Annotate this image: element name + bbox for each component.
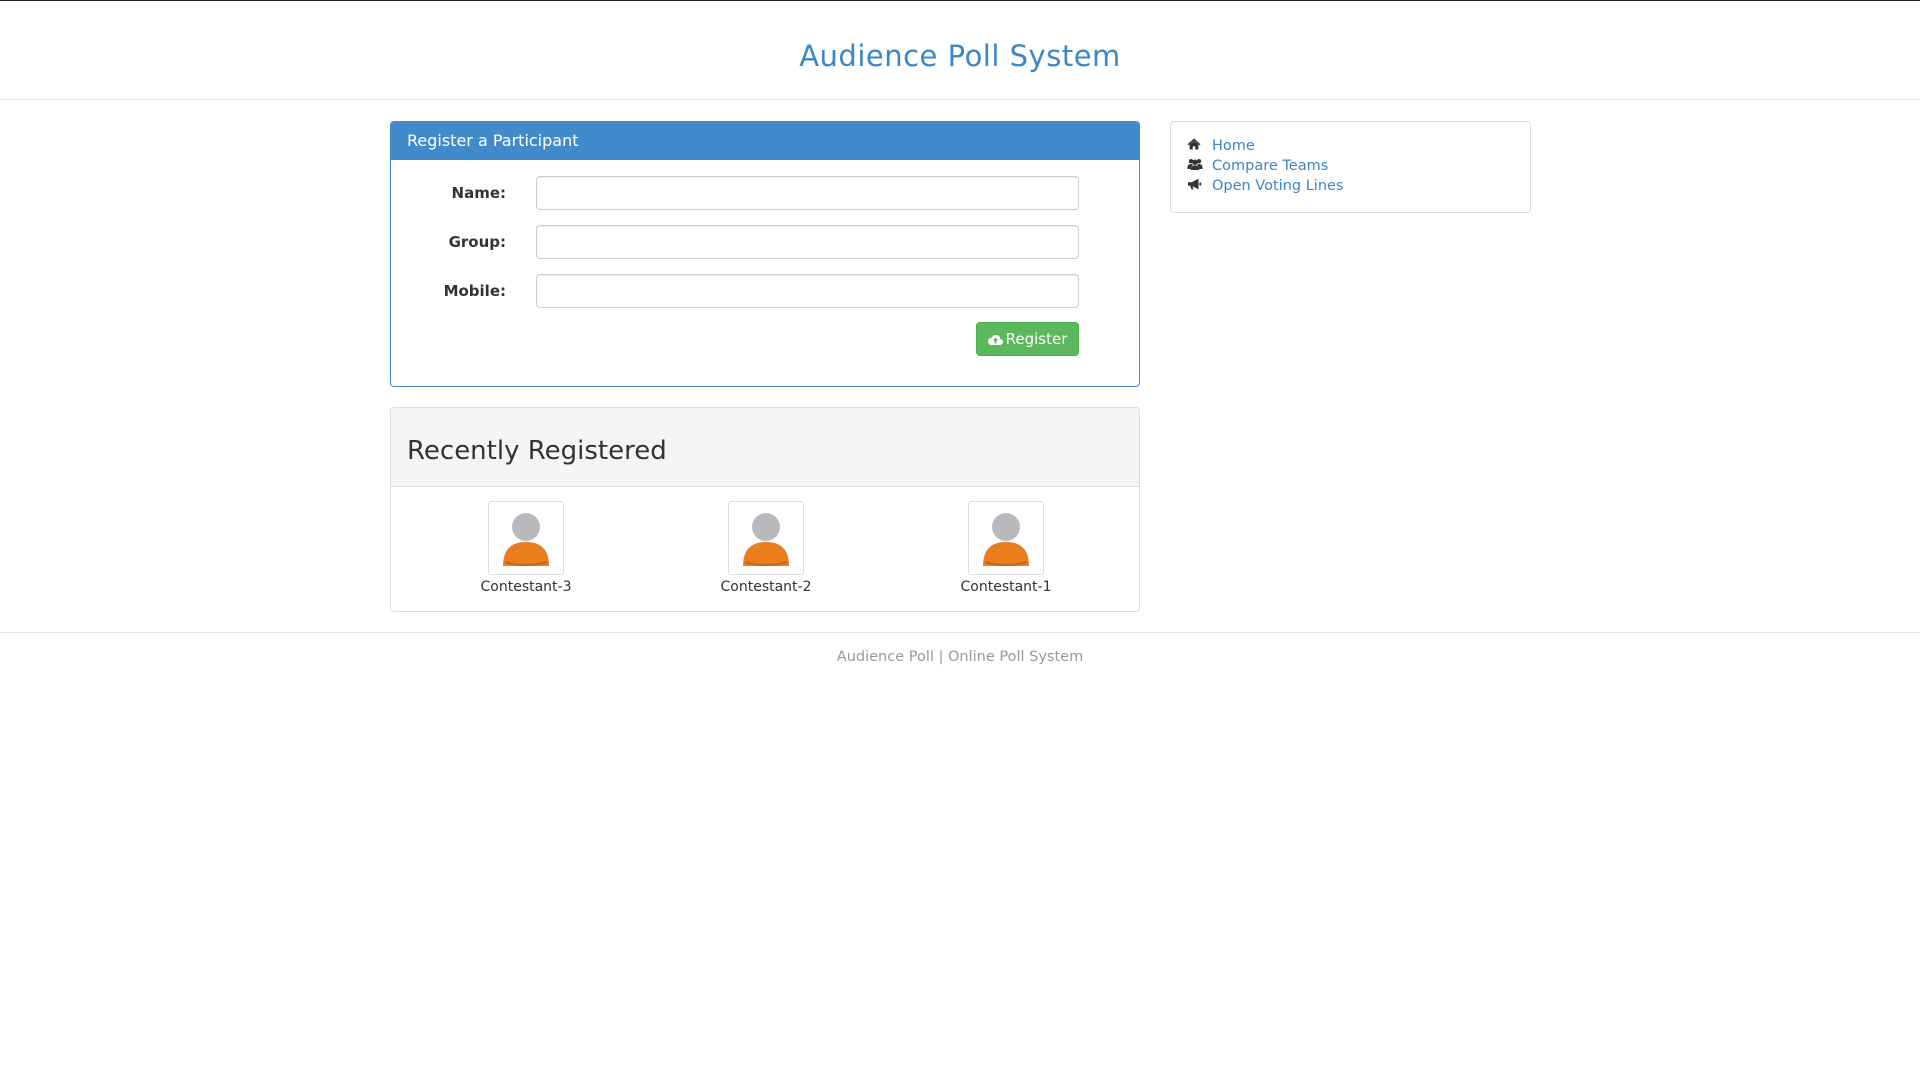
recent-panel-heading: Recently Registered — [391, 408, 1139, 487]
mobile-input[interactable] — [536, 274, 1079, 308]
home-icon — [1187, 136, 1205, 156]
home-link[interactable]: Home — [1212, 138, 1255, 154]
contestant-card[interactable]: Contestant-1 — [926, 501, 1086, 598]
open-voting-lines-link[interactable]: Open Voting Lines — [1212, 178, 1344, 194]
contestant-card[interactable]: Contestant-3 — [446, 501, 606, 598]
name-label: Name: — [451, 184, 506, 202]
page-header: Audience Poll System — [0, 1, 1920, 100]
register-panel-heading: Register a Participant — [391, 122, 1139, 160]
user-avatar-icon — [503, 513, 549, 566]
group-form-row: Group: — [391, 225, 1139, 259]
cloud-upload-icon — [987, 334, 1003, 346]
contestant-thumbnail[interactable] — [728, 501, 804, 575]
register-participant-panel: Register a Participant Name: Group: Mobi… — [390, 121, 1140, 387]
register-button[interactable]: Register — [976, 322, 1079, 356]
users-icon — [1187, 156, 1205, 176]
contestant-thumbnail[interactable] — [968, 501, 1044, 575]
bullhorn-icon — [1187, 176, 1205, 196]
mobile-form-row: Mobile: — [391, 274, 1139, 308]
compare-teams-link[interactable]: Compare Teams — [1212, 158, 1328, 174]
contestant-name: Contestant-2 — [720, 579, 812, 595]
page-title: Audience Poll System — [799, 39, 1121, 73]
mobile-label: Mobile: — [443, 282, 506, 300]
name-form-row: Name: — [391, 176, 1139, 210]
navigation-panel: Home Compare Teams Open Voting Lines — [1170, 121, 1531, 213]
contestant-thumbnail[interactable] — [488, 501, 564, 575]
register-button-label: Register — [1005, 330, 1068, 348]
recently-registered-panel: Recently Registered Contestant-3 Contest… — [390, 407, 1140, 612]
user-avatar-icon — [743, 513, 789, 566]
name-input[interactable] — [536, 176, 1079, 210]
page-footer: Audience Poll | Online Poll System — [0, 632, 1920, 681]
footer-text: Audience Poll | Online Poll System — [836, 649, 1084, 665]
nav-item-compare-teams[interactable]: Compare Teams — [1187, 156, 1530, 176]
group-input[interactable] — [536, 225, 1079, 259]
group-label: Group: — [448, 233, 506, 251]
user-avatar-icon — [983, 513, 1029, 566]
contestant-card[interactable]: Contestant-2 — [686, 501, 846, 598]
nav-item-home[interactable]: Home — [1187, 136, 1530, 156]
contestant-name: Contestant-3 — [480, 579, 572, 595]
contestant-name: Contestant-1 — [960, 579, 1052, 595]
recent-panel-title: Recently Registered — [407, 436, 667, 466]
nav-item-open-voting-lines[interactable]: Open Voting Lines — [1187, 176, 1530, 196]
